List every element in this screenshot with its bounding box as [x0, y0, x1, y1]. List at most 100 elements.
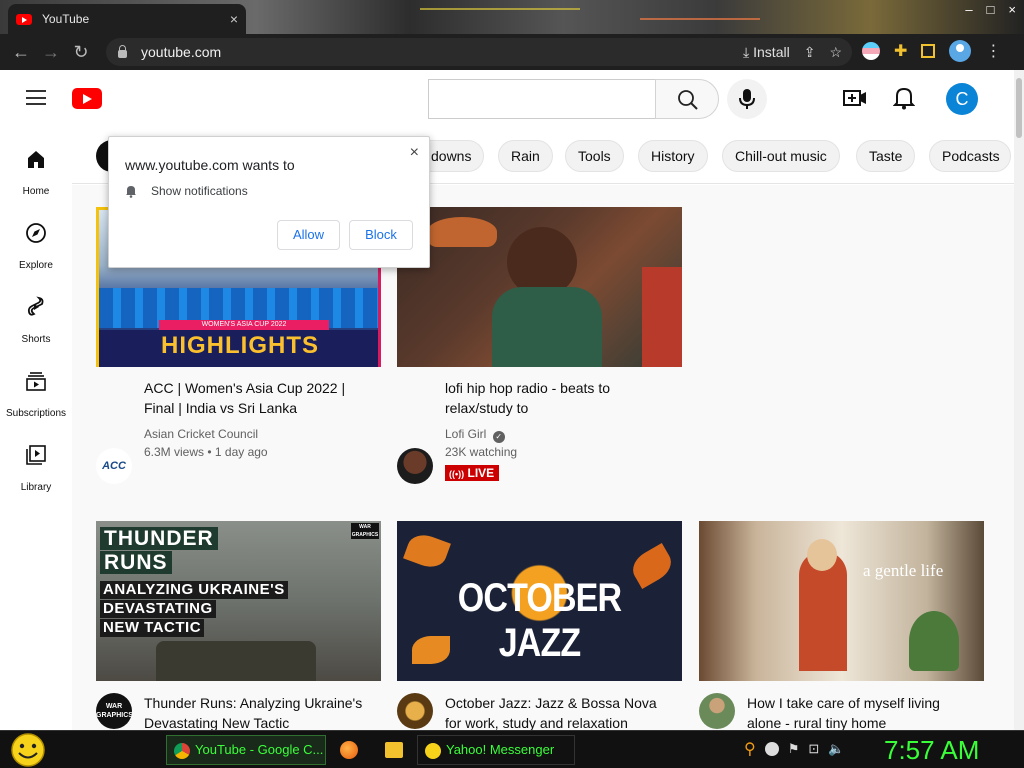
- verified-badge-icon: ✓: [492, 431, 505, 443]
- plant-shape: [909, 611, 959, 671]
- chip-chill-out-music[interactable]: Chill-out music: [722, 140, 840, 172]
- microphone-icon: [739, 89, 755, 109]
- masthead: C: [0, 70, 1014, 128]
- page-scrollbar[interactable]: [1014, 70, 1024, 730]
- thumbnail-line: RUNS: [100, 551, 172, 574]
- search-icon[interactable]: ⚲: [744, 739, 756, 759]
- guide-sidebar: Home Explore Shorts Subscriptions Librar…: [0, 128, 72, 730]
- channel-name-row[interactable]: Lofi Girl ✓: [445, 425, 505, 443]
- channel-name: Lofi Girl: [445, 427, 487, 441]
- thumbnail-line: NEW TACTIC: [100, 619, 205, 637]
- taskbar-item-label: YouTube - Google C...: [195, 742, 324, 757]
- maximize-button[interactable]: □: [987, 2, 995, 17]
- menu-kebab-icon[interactable]: ⋮: [985, 41, 1001, 61]
- os-taskbar: YouTube - Google C... Yahoo! Messenger ⚲…: [0, 730, 1024, 768]
- youtube-favicon-icon: [16, 13, 32, 25]
- taskbar-item-chrome[interactable]: YouTube - Google C...: [166, 735, 326, 765]
- search-input[interactable]: [428, 79, 656, 119]
- lock-icon[interactable]: [118, 45, 127, 58]
- permission-row: Show notifications: [125, 184, 248, 198]
- sidebar-item-library[interactable]: Library: [0, 434, 72, 504]
- tank-shape: [156, 641, 316, 681]
- file-manager-icon[interactable]: [385, 742, 403, 758]
- video-thumbnail[interactable]: OCTOBER JAZZ: [397, 521, 682, 681]
- video-meta: 6.3M views • 1 day ago: [144, 445, 268, 459]
- sidebar-item-label: Explore: [19, 260, 53, 271]
- url-text: youtube.com: [141, 44, 222, 60]
- sidebar-item-shorts[interactable]: Shorts: [0, 286, 72, 356]
- lamp-shape: [427, 217, 497, 247]
- sidebar-item-home[interactable]: Home: [0, 138, 72, 208]
- chip-rain[interactable]: Rain: [498, 140, 553, 172]
- video-title[interactable]: Thunder Runs: Analyzing Ukraine's Devast…: [144, 693, 369, 730]
- forward-arrow-icon[interactable]: →: [36, 42, 66, 63]
- bell-icon: [126, 186, 136, 198]
- dialog-close-icon[interactable]: ×: [410, 144, 419, 162]
- channel-name[interactable]: Asian Cricket Council: [144, 425, 258, 443]
- channel-avatar[interactable]: [699, 693, 735, 729]
- block-button[interactable]: Block: [349, 220, 413, 250]
- scrollbar-thumb[interactable]: [1016, 78, 1022, 138]
- messenger-tray-icon[interactable]: [764, 742, 779, 756]
- channel-avatar[interactable]: WAR GRAPHICS: [96, 693, 132, 729]
- tab-title: YouTube: [42, 12, 90, 26]
- search-button[interactable]: [655, 79, 719, 119]
- shorts-icon: [27, 296, 44, 316]
- firefox-icon[interactable]: [340, 741, 358, 759]
- video-title[interactable]: October Jazz: Jazz & Bossa Nova for work…: [445, 693, 675, 730]
- create-video-icon[interactable]: [843, 87, 867, 109]
- video-thumbnail[interactable]: THUNDER RUNS ANALYZING UKRAINE'S DEVASTA…: [96, 521, 381, 681]
- dialog-title: www.youtube.com wants to: [125, 157, 295, 173]
- notifications-bell-icon[interactable]: [893, 86, 915, 110]
- sidebar-item-label: Shorts: [21, 334, 51, 345]
- minimize-button[interactable]: –: [965, 2, 972, 17]
- video-title[interactable]: ACC | Women's Asia Cup 2022 | Final | In…: [144, 378, 369, 418]
- video-thumbnail[interactable]: [397, 207, 682, 367]
- chip-podcasts[interactable]: Podcasts: [929, 140, 1011, 172]
- flag-icon[interactable]: ⚑: [788, 741, 800, 757]
- channel-avatar[interactable]: [397, 448, 433, 484]
- thumbnail-line: ANALYZING UKRAINE'S: [100, 581, 288, 599]
- sidebar-item-subscriptions[interactable]: Subscriptions: [0, 360, 72, 430]
- channel-avatar[interactable]: [397, 693, 433, 729]
- install-app-button[interactable]: ⤓ Install: [743, 44, 790, 61]
- account-avatar[interactable]: C: [946, 83, 978, 115]
- library-icon: [26, 445, 46, 465]
- side-panel-icon[interactable]: [921, 44, 936, 58]
- channel-watermark: WAR GRAPHICS: [351, 523, 379, 539]
- leaf-shape: [403, 530, 451, 572]
- youtube-logo-icon[interactable]: [72, 88, 102, 109]
- address-bar[interactable]: youtube.com ⤓ Install ⇪ ☆: [106, 38, 852, 66]
- chip-history[interactable]: History: [638, 140, 708, 172]
- hamburger-menu-icon[interactable]: [26, 90, 46, 105]
- video-meta: 23K watching: [445, 445, 518, 459]
- video-thumbnail[interactable]: a gentle life: [699, 521, 984, 681]
- volume-icon[interactable]: 🔈: [828, 741, 844, 757]
- start-button-smiley-icon[interactable]: [8, 731, 48, 768]
- video-title[interactable]: How I take care of myself living alone -…: [747, 693, 967, 730]
- back-arrow-icon[interactable]: ←: [6, 42, 36, 63]
- share-icon[interactable]: ⇪: [804, 44, 816, 61]
- bookmark-star-icon[interactable]: ☆: [829, 44, 842, 61]
- channel-avatar[interactable]: ACC: [96, 448, 132, 484]
- extensions-puzzle-icon[interactable]: ✚: [894, 41, 907, 61]
- taskbar-clock[interactable]: 7:57 AM: [884, 733, 979, 767]
- tab-close-icon[interactable]: ×: [230, 11, 238, 27]
- titlebar-decoration: [640, 18, 760, 20]
- taskbar-item-yahoo-messenger[interactable]: Yahoo! Messenger: [417, 735, 575, 765]
- chip-tools[interactable]: Tools: [565, 140, 624, 172]
- browser-tab-youtube[interactable]: YouTube ×: [8, 4, 246, 34]
- reload-icon[interactable]: ↻: [66, 42, 96, 63]
- permission-label: Show notifications: [151, 184, 248, 198]
- allow-button[interactable]: Allow: [277, 220, 340, 250]
- extension-icon[interactable]: [862, 42, 880, 60]
- close-window-button[interactable]: ×: [1008, 2, 1016, 17]
- network-icon[interactable]: ⊡: [808, 741, 819, 757]
- sidebar-item-explore[interactable]: Explore: [0, 212, 72, 282]
- omnibox-actions: ⤓ Install ⇪ ☆: [743, 38, 842, 66]
- chip-taste[interactable]: Taste: [856, 140, 916, 172]
- video-title[interactable]: lofi hip hop radio - beats to relax/stud…: [445, 378, 670, 418]
- profile-icon[interactable]: [949, 40, 972, 62]
- voice-search-button[interactable]: [727, 79, 767, 119]
- compass-icon: [26, 223, 46, 243]
